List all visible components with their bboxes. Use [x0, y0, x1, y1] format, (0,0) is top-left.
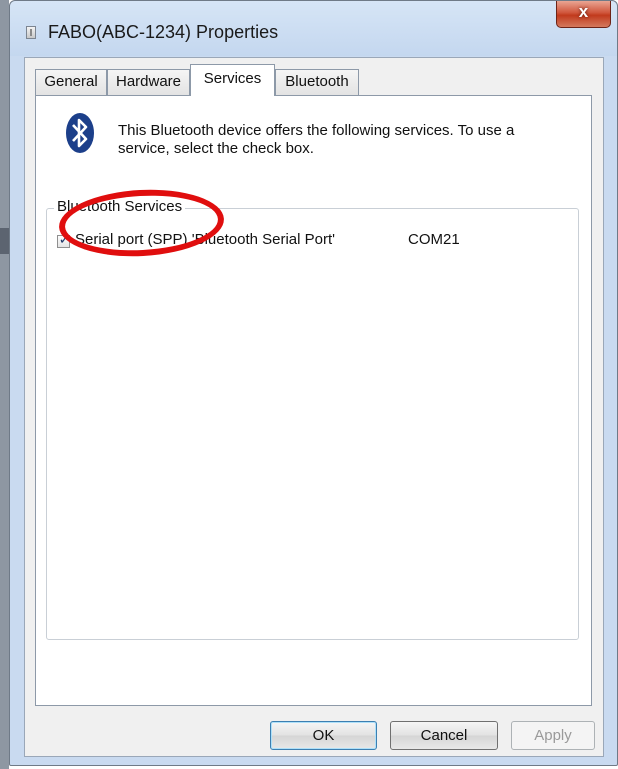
- ok-button[interactable]: OK: [270, 721, 377, 750]
- tab-bluetooth[interactable]: Bluetooth: [275, 69, 359, 95]
- service-checkbox[interactable]: ✓: [57, 231, 70, 248]
- list-item: ✓ Serial port (SPP) 'Bluetooth Serial Po…: [57, 231, 567, 253]
- group-label: Bluetooth Services: [54, 198, 186, 215]
- tab-hardware[interactable]: Hardware: [107, 69, 190, 95]
- services-tab-panel: This Bluetooth device offers the followi…: [35, 95, 592, 706]
- service-name: Serial port (SPP) 'Bluetooth Serial Port…: [75, 231, 336, 248]
- bluetooth-icon: [66, 113, 94, 153]
- properties-dialog: FABO(ABC-1234) Properties x General Hard…: [9, 0, 618, 766]
- tab-services[interactable]: Services: [190, 64, 275, 96]
- background-window-edge: [0, 0, 9, 769]
- tab-general[interactable]: General: [35, 69, 107, 95]
- close-icon: x: [578, 2, 589, 21]
- checkmark-icon: ✓: [58, 231, 71, 247]
- background-window-marker: [0, 228, 9, 254]
- service-port: COM21: [408, 231, 460, 248]
- window-title: FABO(ABC-1234) Properties: [48, 22, 279, 42]
- device-icon: [26, 26, 36, 39]
- cancel-button[interactable]: Cancel: [390, 721, 498, 750]
- services-description: This Bluetooth device offers the followi…: [118, 122, 515, 157]
- bluetooth-services-group: Bluetooth Services ✓ Serial port (SPP) '…: [46, 198, 579, 640]
- title-bar[interactable]: FABO(ABC-1234) Properties x: [10, 1, 617, 56]
- apply-button[interactable]: Apply: [511, 721, 595, 750]
- dialog-client-area: General Hardware Services Bluetooth This…: [24, 57, 604, 757]
- close-button[interactable]: x: [556, 1, 611, 28]
